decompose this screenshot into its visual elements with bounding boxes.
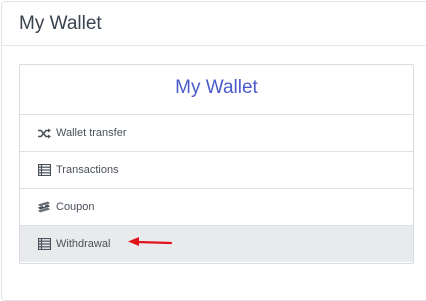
shuffle-icon: [37, 126, 51, 140]
menu-item-withdrawal[interactable]: Withdrawal: [20, 226, 413, 262]
money-stack-icon: [37, 200, 51, 214]
card-title: My Wallet: [20, 65, 413, 115]
menu-item-transactions[interactable]: Transactions: [20, 152, 413, 189]
table-list-icon: [37, 237, 51, 251]
menu-item-label: Withdrawal: [56, 238, 111, 250]
menu-item-wallet-transfer[interactable]: Wallet transfer: [20, 115, 413, 152]
wallet-card: My Wallet Wallet transfer Transactions C…: [19, 64, 414, 264]
menu-item-label: Transactions: [56, 164, 119, 176]
page-header: My Wallet: [2, 2, 426, 46]
menu-item-label: Wallet transfer: [56, 127, 127, 139]
table-list-icon: [37, 163, 51, 177]
menu-item-coupon[interactable]: Coupon: [20, 189, 413, 226]
page-title: My Wallet: [19, 13, 102, 34]
red-arrow-icon: [128, 237, 173, 246]
menu-item-label: Coupon: [56, 201, 95, 213]
wallet-window: My Wallet My Wallet Wallet transfer Tran…: [1, 1, 426, 301]
